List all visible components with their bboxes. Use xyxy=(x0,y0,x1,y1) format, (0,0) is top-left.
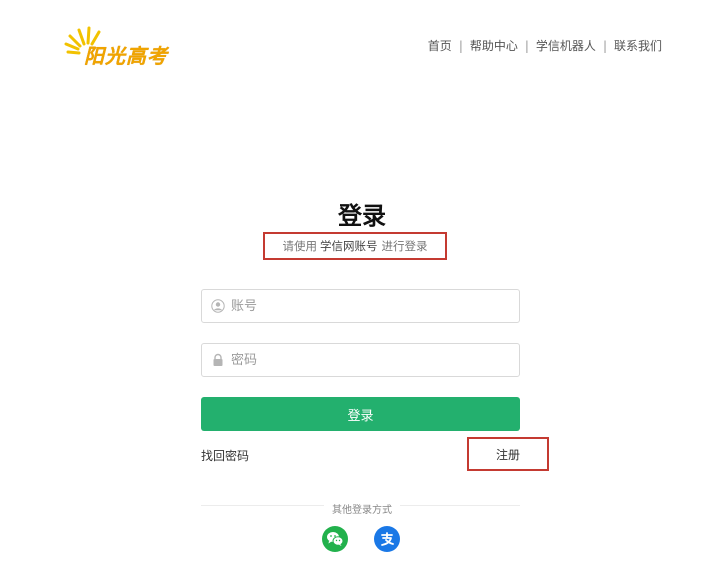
nav-home-link[interactable]: 首页 xyxy=(428,37,452,54)
user-icon xyxy=(211,299,225,313)
login-title: 登录 xyxy=(338,202,386,230)
wechat-icon xyxy=(327,532,344,546)
forgot-password-link[interactable]: 找回密码 xyxy=(201,447,249,464)
hint-prefix: 请使用 xyxy=(282,239,318,253)
top-nav: 首页 | 帮助中心 | 学信机器人 | 联系我们 xyxy=(428,37,662,54)
account-field[interactable] xyxy=(201,289,520,323)
password-input[interactable] xyxy=(231,344,519,376)
other-login-label: 其他登录方式 xyxy=(0,498,724,517)
login-button[interactable]: 登录 xyxy=(201,397,520,431)
nav-contact-link[interactable]: 联系我们 xyxy=(614,37,662,54)
other-login-text: 其他登录方式 xyxy=(324,505,400,516)
nav-separator: | xyxy=(602,38,607,53)
alipay-icon xyxy=(381,532,394,546)
nav-separator: | xyxy=(524,38,529,53)
account-input[interactable] xyxy=(231,290,519,322)
nav-help-link[interactable]: 帮助中心 xyxy=(470,37,518,54)
password-field[interactable] xyxy=(201,343,520,377)
register-link[interactable]: 注册 xyxy=(467,437,549,471)
login-hint: 请使用 学信网账号 进行登录 xyxy=(263,232,447,260)
nav-robot-link[interactable]: 学信机器人 xyxy=(536,37,596,54)
alipay-login-button[interactable] xyxy=(374,526,400,552)
logo-text: 阳光高考 xyxy=(84,44,168,68)
nav-separator: | xyxy=(458,38,463,53)
hint-account-type: 学信网账号 xyxy=(320,239,378,253)
wechat-login-button[interactable] xyxy=(322,526,348,552)
site-logo[interactable]: 阳光高考 xyxy=(62,22,172,68)
hint-suffix: 进行登录 xyxy=(381,239,428,253)
lock-icon xyxy=(211,353,225,367)
